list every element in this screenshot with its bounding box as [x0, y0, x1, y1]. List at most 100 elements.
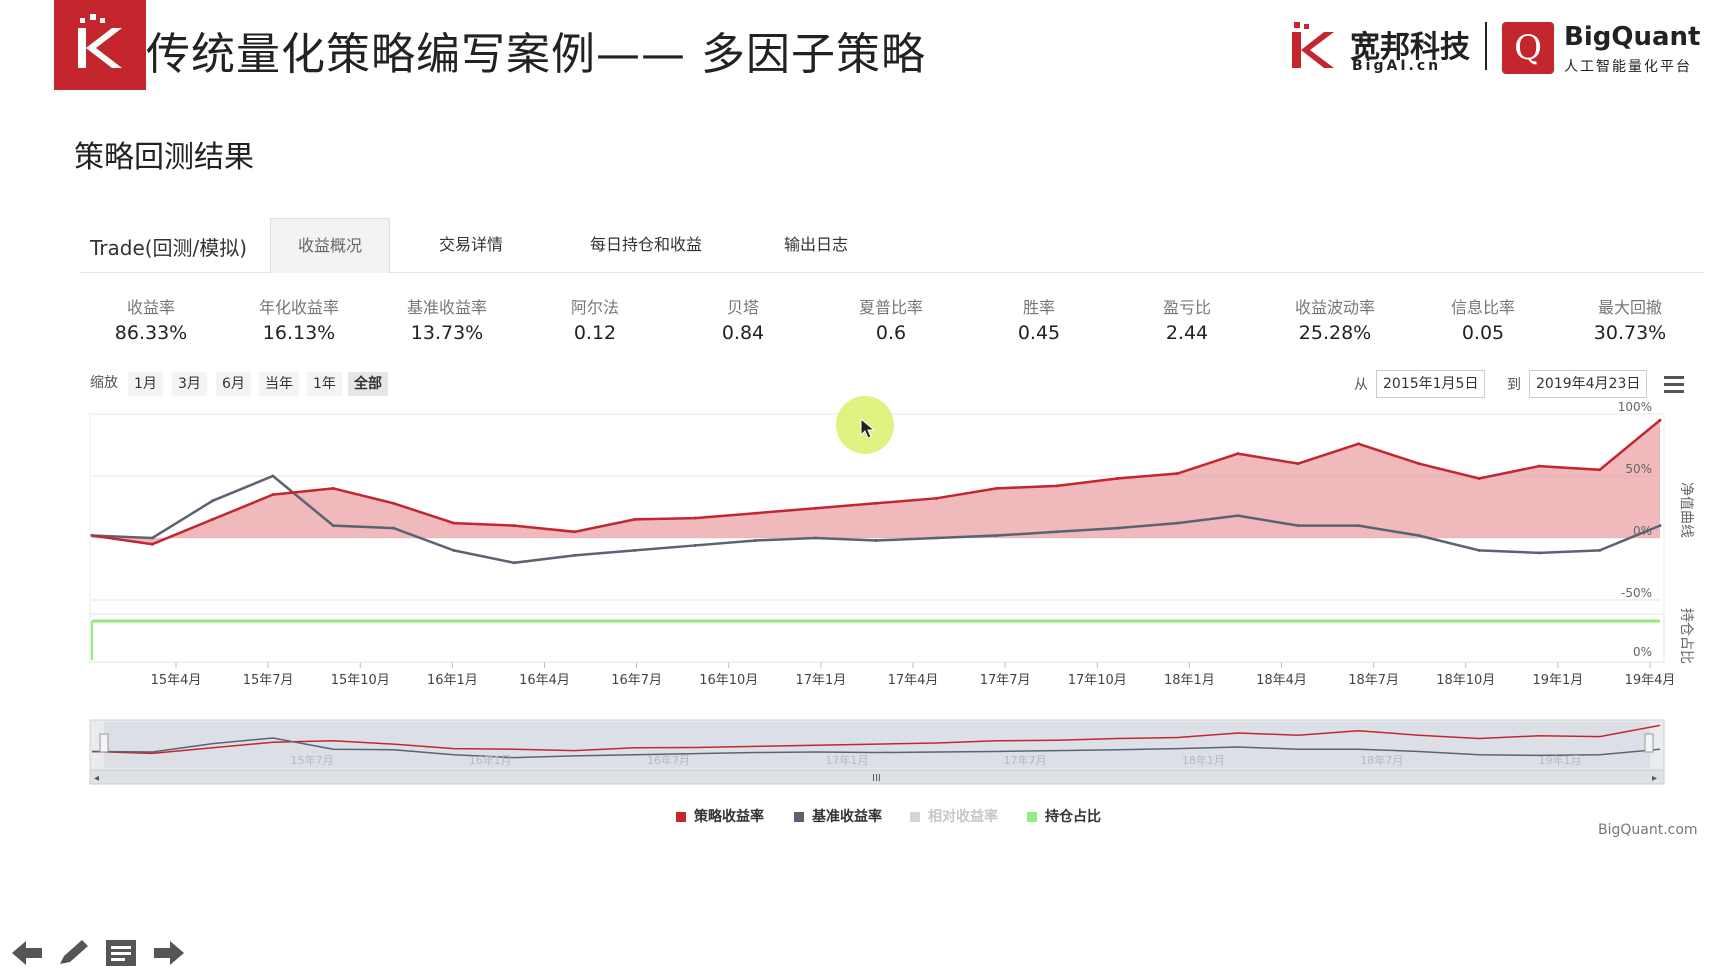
benchmark-point: [150, 536, 154, 540]
strategy-point: [633, 517, 637, 521]
legend-label: 基准收益率: [812, 809, 882, 825]
tab-trade-details[interactable]: 交易详情: [406, 218, 536, 272]
strategy-point: [1296, 462, 1300, 466]
y2-axis-title: 持仓占比: [1678, 608, 1694, 664]
strategy-point: [995, 486, 999, 490]
legend-swatch: [1027, 812, 1037, 822]
navigator-strategy-line: [91, 724, 1661, 755]
metric-label: 信息比率: [1450, 298, 1515, 317]
metric-benchmark-return: 基准收益率 13.73%: [377, 294, 517, 344]
zoom-all-button[interactable]: 全部: [348, 372, 388, 396]
tab-daily-positions[interactable]: 每日持仓和收益: [556, 218, 736, 272]
y-tick-label: 0%: [1633, 524, 1652, 538]
y-tick-label: 100%: [1618, 400, 1652, 414]
strategy-point: [753, 511, 757, 515]
benchmark-point: [211, 499, 215, 503]
scroll-left-icon[interactable]: ◂: [94, 773, 99, 784]
benchmark-point: [392, 526, 396, 530]
x-tick-label: 17年1月: [795, 673, 846, 688]
prev-slide-icon[interactable]: [10, 938, 44, 968]
bigquant-name: BigQuant: [1564, 22, 1701, 52]
metric-label: 年化收益率: [258, 298, 339, 317]
slide-title: 传统量化策略编写案例—— 多因子策略: [146, 29, 926, 80]
next-slide-icon[interactable]: [152, 938, 186, 968]
k-logo-icon: [78, 14, 122, 68]
zoom-1y-button[interactable]: 1年: [307, 372, 342, 396]
range-from-input[interactable]: 2015年1月5日: [1376, 370, 1486, 398]
navigator-selection[interactable]: [104, 722, 1650, 768]
site-credit: BigQuant.com: [1598, 822, 1698, 838]
strategy-point: [90, 534, 94, 538]
metric-max-drawdown: 最大回撤 30.73%: [1560, 294, 1700, 344]
tab-output-log[interactable]: 输出日志: [756, 218, 876, 272]
legend-swatch: [794, 812, 804, 822]
zoom-ytd-button[interactable]: 当年: [259, 372, 299, 396]
navigator-panel: [89, 719, 1665, 785]
strategy-point: [1176, 472, 1180, 476]
zoom-1m-button[interactable]: 1月: [128, 372, 163, 396]
strategy-point: [452, 521, 456, 525]
navigator-scrollbar[interactable]: [89, 769, 1665, 785]
x-tick-label: 18年10月: [1436, 673, 1495, 688]
legend-label: 持仓占比: [1045, 809, 1101, 825]
pen-icon[interactable]: [56, 938, 90, 968]
zoom-3m-button[interactable]: 3月: [172, 372, 207, 396]
navigator-tick-label: 15年7月: [291, 753, 334, 767]
strategy-point: [693, 516, 697, 520]
metric-value: 0.84: [721, 322, 765, 344]
strategy-point: [1598, 468, 1602, 472]
metric-value: 16.13%: [262, 322, 336, 344]
metric-return: 收益率 86.33%: [81, 294, 221, 344]
metric-beta: 贝塔 0.84: [673, 294, 813, 344]
metric-value: 0.45: [1017, 322, 1061, 344]
navigator-left-handle[interactable]: [99, 733, 109, 753]
benchmark-point: [1356, 524, 1360, 528]
metric-annual-return: 年化收益率 16.13%: [229, 294, 369, 344]
y-tick-label: -50%: [1621, 586, 1652, 600]
strategy-point: [1477, 476, 1481, 480]
kuanbang-logo-icon: [1292, 22, 1334, 68]
strategy-point: [211, 517, 215, 521]
benchmark-point: [572, 553, 576, 557]
strategy-point: [572, 530, 576, 534]
benchmark-point: [1537, 551, 1541, 555]
metric-value: 13.73%: [410, 322, 484, 344]
range-to-input[interactable]: 2019年4月23日: [1529, 370, 1648, 398]
x-tick-label: 15年4月: [151, 673, 202, 688]
slide-menu-icon[interactable]: [104, 938, 138, 968]
chart-menu-icon[interactable]: [1664, 376, 1684, 394]
zoom-label: 缩放: [90, 375, 118, 391]
mouse-pointer-icon: [860, 418, 876, 439]
metric-info-ratio: 信息比率 0.05: [1413, 294, 1553, 344]
metric-value: 0.6: [875, 322, 907, 344]
navigator-right-handle[interactable]: [1644, 733, 1654, 753]
legend-relative[interactable]: 相对收益率: [910, 806, 998, 826]
scroll-right-icon[interactable]: ▸: [1652, 773, 1657, 784]
navigator-tick-label: 17年1月: [825, 753, 868, 767]
legend-swatch: [676, 812, 686, 822]
metric-value: 86.33%: [114, 322, 188, 344]
benchmark-point: [1176, 521, 1180, 525]
returns-chart: 100% 50% 0% -50% 15年4月 15年7月 15年10月 16年1月 16年4月…: [89, 400, 1694, 785]
benchmark-point: [753, 538, 757, 542]
strategy-point: [1236, 452, 1240, 456]
legend-position-ratio[interactable]: 持仓占比: [1027, 806, 1101, 826]
strategy-point: [814, 506, 818, 510]
navigator-tick-label: 16年1月: [469, 753, 512, 767]
strategy-point: [392, 501, 396, 505]
strategy-point: [1356, 442, 1360, 446]
x-tick-label: 19年4月: [1625, 673, 1676, 688]
metric-label: 阿尔法: [570, 298, 619, 317]
metric-alpha: 阿尔法 0.12: [525, 294, 665, 344]
tab-returns-overview[interactable]: 收益概况: [270, 218, 390, 273]
zoom-6m-button[interactable]: 6月: [216, 372, 251, 396]
strategy-point: [1658, 418, 1662, 422]
x-tick-label: 16年10月: [699, 673, 758, 688]
legend-benchmark[interactable]: 基准收益率: [794, 806, 882, 826]
x-tick-label: 18年1月: [1164, 673, 1215, 688]
benchmark-point: [1055, 530, 1059, 534]
legend-strategy[interactable]: 策略收益率: [676, 806, 764, 826]
benchmark-point: [512, 561, 516, 565]
benchmark-point: [90, 534, 94, 538]
scroll-grip-icon[interactable]: III: [872, 773, 881, 784]
